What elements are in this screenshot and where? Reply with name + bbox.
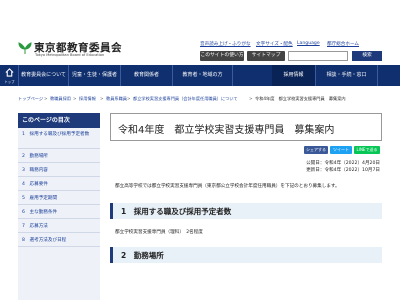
section-heading-text: 2 勤務場所 bbox=[121, 251, 164, 260]
section-heading-1: 1 採用する職及び採用予定者数 bbox=[110, 203, 382, 219]
nav-students[interactable]: 児童・生徒・保護者 bbox=[69, 65, 121, 86]
site-logo[interactable]: 東京都教育委員会 Tokyo Metropolitan Board of Edu… bbox=[18, 40, 138, 60]
toc-item[interactable]: 3 職務内容 bbox=[18, 164, 100, 177]
page-toc: このページの目次 1 採用する職及び採用予定者数 2 勤務場所 3 職務内容 4… bbox=[18, 113, 100, 300]
nav-community[interactable]: 教育者・地域の方 bbox=[173, 65, 233, 86]
breadcrumb-sep: > bbox=[249, 96, 253, 101]
toc-item[interactable]: 2 勤務場所 bbox=[18, 150, 100, 163]
nav-educators[interactable]: 教育関係者 bbox=[121, 65, 173, 86]
text-size-link[interactable]: 文字サイズ・配色 bbox=[256, 41, 293, 47]
published-date: 公開日：令和4年（2022）4月20日 bbox=[306, 161, 380, 166]
language-link[interactable]: Language bbox=[297, 41, 320, 46]
site-header: 東京都教育委員会 Tokyo Metropolitan Board of Edu… bbox=[0, 0, 400, 62]
breadcrumb: トップページ > 教職員採用 > 採用情報 > 教員系職員 > 都立学校実習支援… bbox=[18, 96, 388, 104]
toc-item[interactable]: 4 応募要件 bbox=[18, 178, 100, 191]
page-title: 令和4年度 都立学校実習支援専門員 募集案内 bbox=[118, 125, 335, 136]
site-usage-button[interactable]: このサイトの使い方 bbox=[200, 51, 244, 61]
sitemap-button[interactable]: サイトマップ bbox=[247, 51, 285, 61]
logo-subtitle: Tokyo Metropolitan Board of Education bbox=[35, 53, 105, 57]
toc-item[interactable]: 5 雇用予定期間 bbox=[18, 192, 100, 205]
toc-title: このページの目次 bbox=[18, 113, 100, 128]
facebook-share-button[interactable]: シェアする bbox=[304, 146, 328, 154]
search-button[interactable]: 検索 bbox=[352, 51, 382, 61]
read-aloud-link[interactable]: 音声読み上げ・ふりがな bbox=[200, 41, 251, 47]
nav-recruitment[interactable]: 採用情報 bbox=[272, 65, 316, 86]
house-icon bbox=[5, 68, 14, 77]
breadcrumb-current: 令和4年度 都立学校実習支援専門員 募集案内 bbox=[255, 96, 346, 101]
toc-item[interactable]: 6 主な勤務条件 bbox=[18, 206, 100, 219]
nav-consultation[interactable]: 相談・手続・窓口 bbox=[316, 65, 378, 86]
updated-date: 更新日：令和4年（2022）10月7日 bbox=[306, 168, 380, 173]
nav-board[interactable]: 教育委員会について bbox=[19, 65, 69, 86]
nav-home[interactable]: トップ bbox=[0, 65, 19, 86]
toc-item[interactable]: 7 応募方法 bbox=[18, 220, 100, 233]
toc-item[interactable]: 1 採用する職及び採用予定者数 bbox=[18, 128, 100, 149]
breadcrumb-top[interactable]: トップページ bbox=[18, 96, 43, 102]
page-dates: 公開日：令和4年（2022）4月20日 更新日：令和4年（2022）10月7日 bbox=[270, 160, 380, 174]
search-field[interactable] bbox=[288, 51, 348, 61]
breadcrumb-sep: > bbox=[100, 96, 104, 101]
metro-home-link[interactable]: 都庁総合ホーム bbox=[327, 41, 359, 47]
section-heading-text: 1 採用する職及び採用予定者数 bbox=[121, 207, 232, 216]
breadcrumb-recruit[interactable]: 教職員採用 bbox=[50, 96, 71, 102]
twitter-share-button[interactable]: ツイート bbox=[330, 146, 352, 154]
breadcrumb-sep: > bbox=[44, 96, 48, 101]
toc-item[interactable]: 8 選考方法及び日程 bbox=[18, 234, 100, 247]
breadcrumb-parent[interactable]: 都立学校実習支援専門員（会計年度任用職員）について bbox=[133, 96, 238, 102]
breadcrumb-sep: > bbox=[73, 96, 77, 101]
section-heading-2: 2 勤務場所 bbox=[110, 247, 382, 263]
breadcrumb-info[interactable]: 採用情報 bbox=[79, 96, 96, 102]
page-title-box: 令和4年度 都立学校実習支援専門員 募集案内 bbox=[110, 113, 382, 141]
line-share-button[interactable]: LINEで送る bbox=[354, 146, 380, 154]
section-1-body: 都立学校実習支援専門員（理科） 2名程度 bbox=[115, 230, 203, 235]
intro-text: 都立高等学校では都立学校実習支援専門員（東京都公立学校会計年度任用職員）を下記の… bbox=[115, 184, 340, 189]
nav-home-label: トップ bbox=[4, 80, 15, 84]
breadcrumb-staff[interactable]: 教員系職員 bbox=[106, 96, 127, 102]
ginkgo-logo-icon bbox=[18, 42, 32, 54]
breadcrumb-sep: > bbox=[127, 96, 131, 101]
